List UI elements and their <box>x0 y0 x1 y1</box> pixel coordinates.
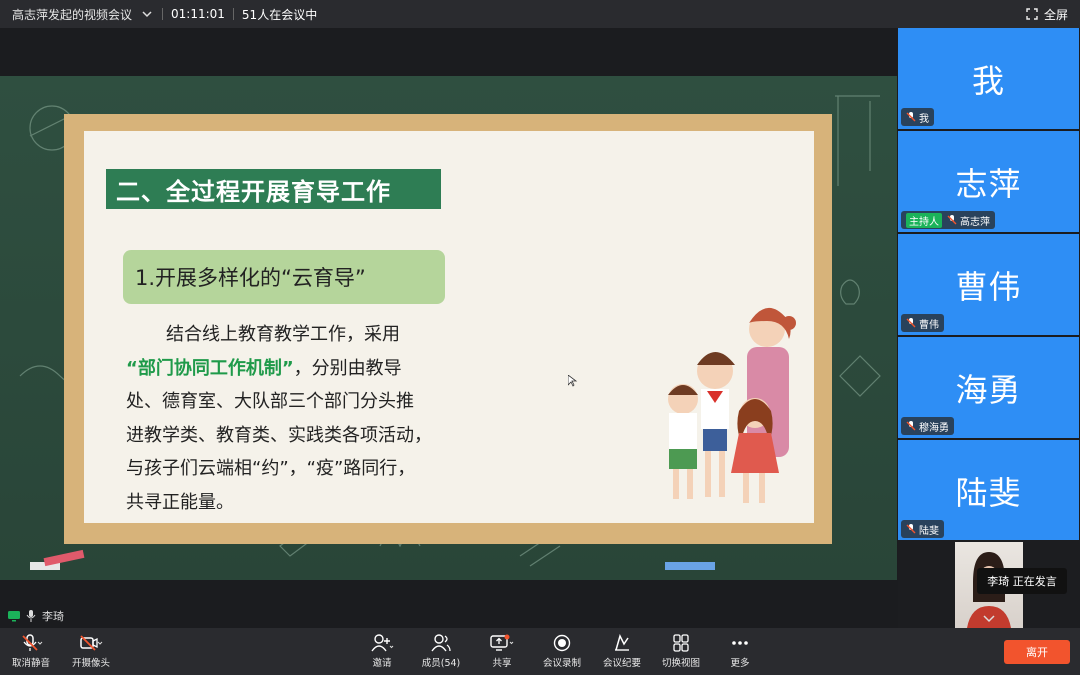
chevron-down-icon[interactable] <box>140 7 154 21</box>
unmute-label: 取消静音 <box>11 658 50 669</box>
microphone-icon <box>26 610 36 622</box>
slide-highlight: “部门协同工作机制” <box>126 357 294 379</box>
screen-share-icon <box>490 634 514 651</box>
meeting-duration: 01:11:01 <box>171 7 225 21</box>
microphone-muted-icon <box>906 112 916 122</box>
participant-name: 曹伟 <box>919 319 939 331</box>
switch-view-label: 切换视图 <box>661 658 700 669</box>
participant-name: 陆斐 <box>919 525 939 537</box>
invite-label: 邀请 <box>372 658 392 669</box>
share-label: 共享 <box>492 658 512 669</box>
participant-tile[interactable]: 陆斐 陆斐 <box>898 440 1079 541</box>
participant-tile[interactable]: 曹伟 曹伟 <box>898 234 1079 335</box>
divider <box>162 8 164 20</box>
members-button[interactable]: 成员(54) <box>418 628 464 675</box>
participant-tile[interactable]: 志萍 主持人 高志萍 <box>898 131 1079 232</box>
members-icon <box>431 634 451 652</box>
share-button[interactable]: 共享 <box>482 628 522 675</box>
slide-heading: 二、全过程开展育导工作 <box>106 169 441 209</box>
shared-screen[interactable]: 二、全过程开展育导工作 1.开展多样化的“云育导” 结合线上教育教学工作，采用 … <box>0 76 897 580</box>
participant-tile[interactable]: 我 我 <box>898 28 1079 129</box>
fullscreen-button[interactable]: 全屏 <box>1026 0 1068 28</box>
fullscreen-label: 全屏 <box>1043 7 1068 22</box>
participant-label: 曹伟 <box>901 314 944 332</box>
invite-button[interactable]: 邀请 <box>360 628 404 675</box>
participant-label: 陆斐 <box>901 520 944 538</box>
participant-name: 我 <box>919 113 929 125</box>
top-bar: 高志萍发起的视频会议 01:11:01 51人在会议中 全屏 <box>0 0 1080 28</box>
participant-tile[interactable]: 海勇 穆海勇 <box>898 337 1079 438</box>
fullscreen-icon <box>1026 8 1038 20</box>
minutes-button[interactable]: 会议纪要 <box>600 628 644 675</box>
microphone-muted-icon <box>906 421 916 431</box>
participant-label: 主持人 高志萍 <box>901 211 995 229</box>
speaking-tooltip: 李琦 正在发言 <box>977 568 1067 594</box>
more-label: 更多 <box>730 658 750 669</box>
slide-line-rest: ，分别由教导 <box>293 357 402 379</box>
camera-button[interactable]: 开摄像头 <box>68 628 114 675</box>
microphone-muted-icon <box>906 318 916 328</box>
record-button[interactable]: 会议录制 <box>540 628 584 675</box>
slide-line: 结合线上教育教学工作，采用 <box>166 324 400 345</box>
microphone-muted-icon <box>906 524 916 534</box>
stage-footer <box>0 580 897 628</box>
slide-line: 共寻正能量。 <box>126 491 234 513</box>
host-badge: 主持人 <box>906 212 942 228</box>
switch-view-button[interactable]: 切换视图 <box>658 628 704 675</box>
members-label: 成员(54) <box>421 658 461 669</box>
participant-name: 穆海勇 <box>919 422 949 434</box>
active-speaker-name: 李琦 <box>42 610 64 623</box>
more-button[interactable]: 更多 <box>722 628 758 675</box>
chevron-down-icon[interactable] <box>982 614 996 624</box>
record-icon <box>553 634 571 652</box>
minutes-label: 会议纪要 <box>602 658 641 669</box>
microphone-muted-icon <box>947 215 957 225</box>
more-icon <box>732 641 748 645</box>
divider <box>232 8 234 20</box>
slide-line: 进教学类、教育类、实践类各项活动， <box>126 424 432 446</box>
participant-count[interactable]: 51人在会议中 <box>242 6 317 23</box>
grid-view-icon <box>673 634 689 652</box>
chalk-piece <box>665 562 715 570</box>
participant-label: 我 <box>901 108 934 126</box>
slide-body: 结合线上教育教学工作，采用 “部门协同工作机制”，分别由教导 处、德育室、大队部… <box>126 318 456 519</box>
slide-line: “部门协同工作机制”，分别由教导 <box>126 352 456 386</box>
slide-line: 与孩子们云端相“约”，“疫”路同行， <box>126 458 416 479</box>
minutes-icon <box>615 634 629 651</box>
screen-share-icon <box>8 611 20 622</box>
slide-subheading: 1.开展多样化的“云育导” <box>123 250 445 304</box>
camera-off-icon <box>80 635 103 651</box>
participant-label: 穆海勇 <box>901 417 954 435</box>
microphone-muted-icon <box>22 634 43 651</box>
slide-line: 处、德育室、大队部三个部门分头推 <box>126 391 414 412</box>
teacher-children-illustration <box>668 307 796 503</box>
meeting-title[interactable]: 高志萍发起的视频会议 <box>12 6 132 23</box>
add-user-icon <box>371 634 394 652</box>
unmute-button[interactable]: 取消静音 <box>8 628 54 675</box>
camera-label: 开摄像头 <box>71 658 110 669</box>
active-speaker-indicator: 李琦 <box>8 608 64 624</box>
participant-name: 高志萍 <box>960 216 990 228</box>
record-label: 会议录制 <box>542 658 581 669</box>
mouse-cursor-icon <box>568 375 578 387</box>
leave-button[interactable]: 离开 <box>1004 640 1070 664</box>
